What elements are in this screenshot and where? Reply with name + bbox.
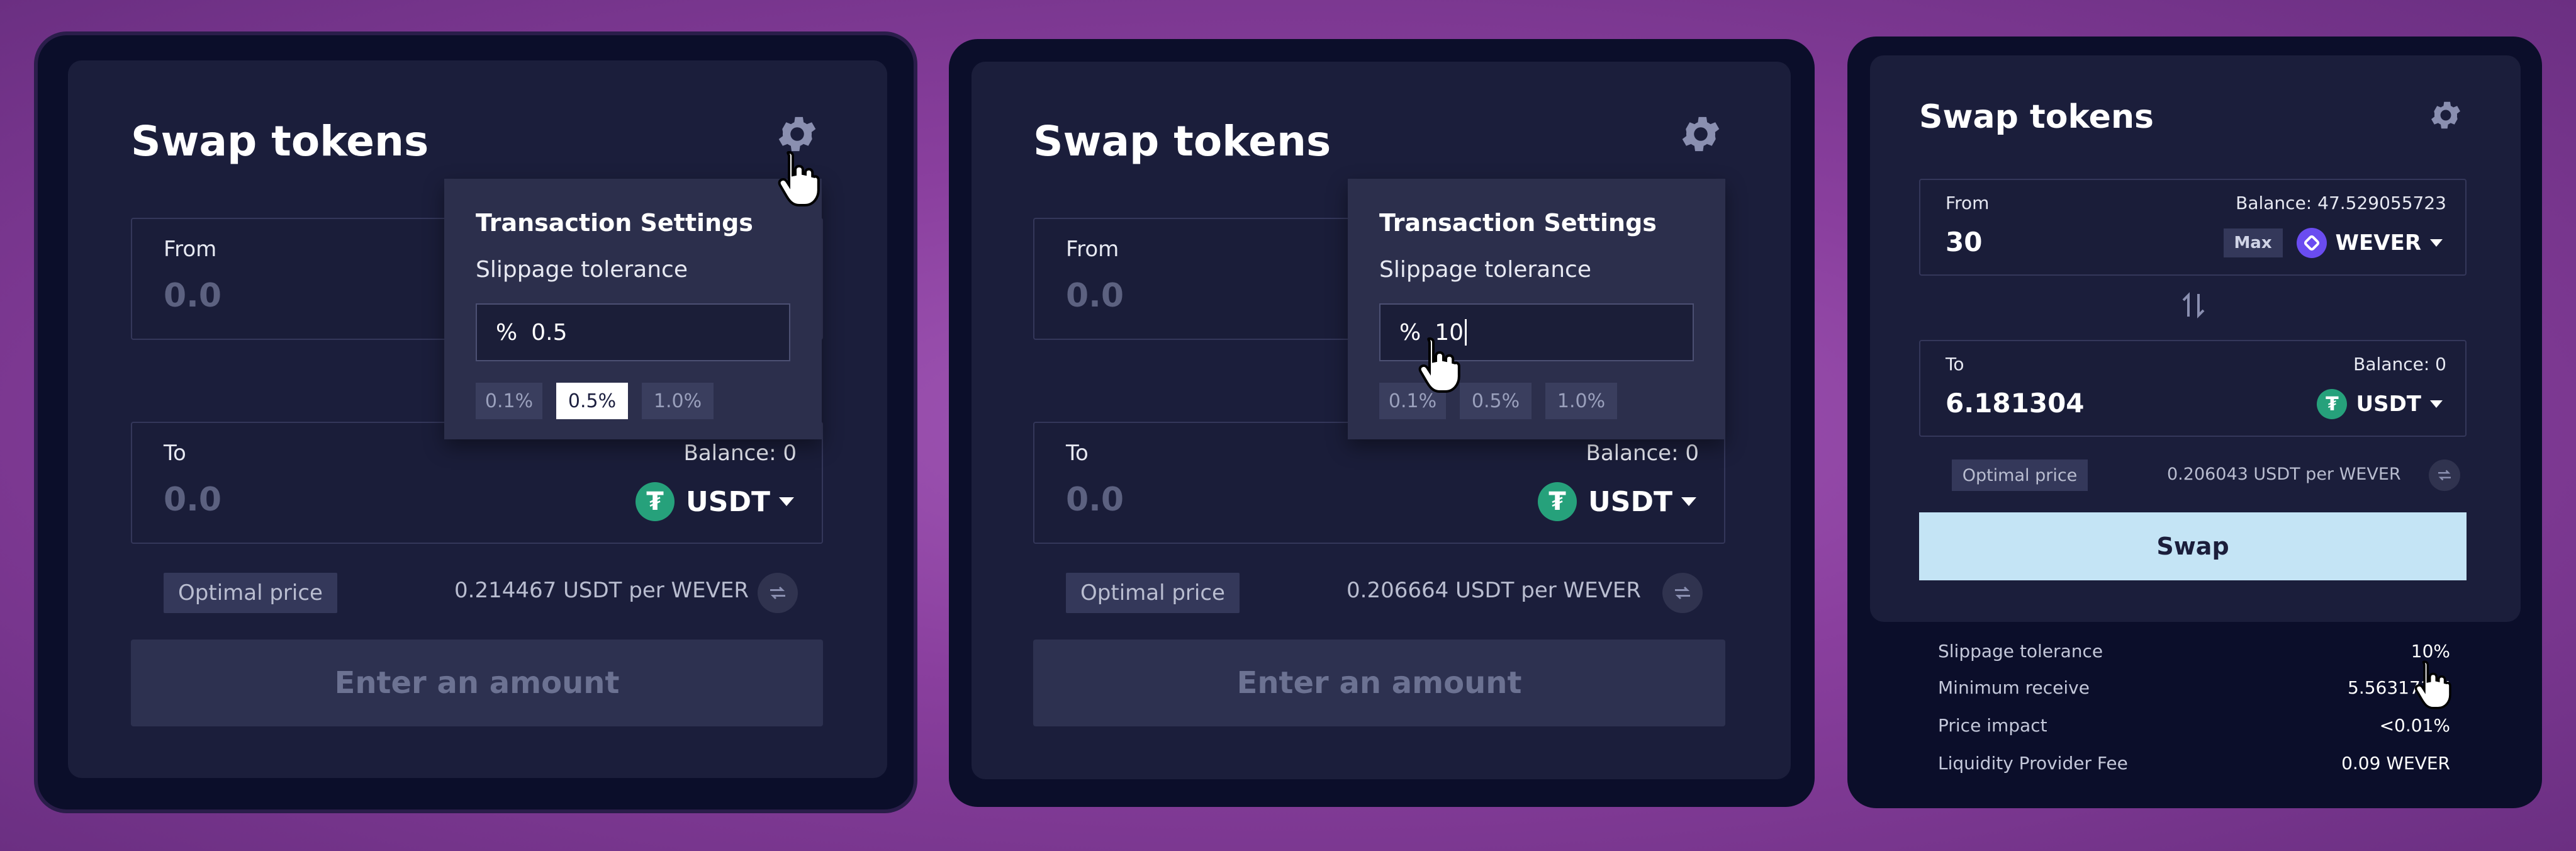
from-token-selector[interactable]: Max WEVER <box>2223 228 2443 258</box>
swap-card: Swap tokens From 0.0 To Balance: 0 0.0 ₮… <box>972 62 1791 779</box>
from-field[interactable]: From Balance: 47.529055723 30 Max WEVER <box>1919 179 2467 276</box>
gear-icon[interactable] <box>1677 111 1724 157</box>
to-token-symbol: USDT <box>2356 392 2421 417</box>
detail-label-minimum-receive: Minimum receive <box>1938 677 2090 698</box>
to-amount-input[interactable]: 0.0 <box>164 481 221 519</box>
swap-panel-3: Swap tokens From Balance: 47.529055723 3… <box>1847 37 2542 808</box>
wever-icon <box>2296 228 2327 258</box>
slippage-option-0-5[interactable]: 0.5% <box>1460 383 1532 419</box>
max-button[interactable]: Max <box>2223 228 2283 257</box>
swap-panel-2: Swap tokens From 0.0 To Balance: 0 0.0 ₮… <box>949 39 1815 807</box>
to-field[interactable]: To Balance: 0 0.0 ₮ USDT <box>1033 422 1725 544</box>
slippage-label: Slippage tolerance <box>476 257 688 283</box>
price-text: 0.214467 USDT per WEVER <box>454 578 749 603</box>
to-amount-input[interactable]: 6.181304 <box>1946 388 2085 419</box>
to-token-symbol: USDT <box>1588 485 1672 518</box>
page-title: Swap tokens <box>1033 117 1331 166</box>
to-field[interactable]: To Balance: 0 6.181304 ₮ USDT <box>1919 340 2467 437</box>
to-token-symbol: USDT <box>686 485 770 518</box>
slippage-label: Slippage tolerance <box>1379 257 1591 283</box>
hand-cursor-icon <box>2414 660 2451 709</box>
swap-card: Swap tokens From 0.0 To Balance: 0 0.0 ₮… <box>68 60 887 778</box>
swap-panel-1: Swap tokens From 0.0 To Balance: 0 0.0 ₮… <box>38 35 914 809</box>
slippage-option-0-5[interactable]: 0.5% <box>556 383 628 419</box>
slippage-option-1-0[interactable]: 1.0% <box>1545 383 1617 419</box>
to-label: To <box>1066 441 1089 466</box>
transaction-settings-popover: Transaction Settings Slippage tolerance … <box>444 179 822 439</box>
chevron-down-icon <box>2430 400 2443 408</box>
optimal-price-badge: Optimal price <box>164 573 337 613</box>
from-label: From <box>1066 237 1119 262</box>
settings-title: Transaction Settings <box>476 209 753 237</box>
price-text: 0.206043 USDT per WEVER <box>2167 465 2401 484</box>
detail-label-price-impact: Price impact <box>1938 715 2047 736</box>
refresh-icon[interactable] <box>1662 573 1703 613</box>
optimal-price-badge: Optimal price <box>1952 459 2088 491</box>
slippage-option-0-1[interactable]: 0.1% <box>476 383 542 419</box>
page-title: Swap tokens <box>1919 98 2154 136</box>
from-balance: Balance: 47.529055723 <box>2236 193 2446 213</box>
text-caret <box>1465 319 1467 346</box>
to-field[interactable]: To Balance: 0 0.0 ₮ USDT <box>131 422 823 544</box>
enter-amount-button[interactable]: Enter an amount <box>1033 640 1725 726</box>
transaction-settings-popover: Transaction Settings Slippage tolerance … <box>1348 179 1725 439</box>
switch-direction-icon[interactable] <box>2178 288 2209 322</box>
slippage-value: 0.5 <box>531 319 568 346</box>
from-label: From <box>164 237 217 262</box>
usdt-icon: ₮ <box>636 482 675 521</box>
from-token-symbol: WEVER <box>2335 230 2421 256</box>
detail-label-slippage: Slippage tolerance <box>1938 641 2103 662</box>
chevron-down-icon <box>2430 239 2443 247</box>
to-token-selector[interactable]: ₮ USDT <box>2317 389 2443 419</box>
slippage-input[interactable]: % 0.5 <box>476 303 790 361</box>
to-label: To <box>1946 354 1964 375</box>
hand-cursor-icon <box>1418 337 1460 393</box>
to-amount-input[interactable]: 0.0 <box>1066 481 1124 519</box>
refresh-icon[interactable] <box>758 573 798 613</box>
page-title: Swap tokens <box>131 117 429 166</box>
to-balance: Balance: 0 <box>1586 441 1700 466</box>
settings-title: Transaction Settings <box>1379 209 1657 237</box>
percent-symbol: % <box>496 319 518 346</box>
detail-value-price-impact: <0.01% <box>2379 715 2450 736</box>
enter-amount-button[interactable]: Enter an amount <box>131 640 823 726</box>
optimal-price-badge: Optimal price <box>1066 573 1240 613</box>
detail-value-liquidity-fee: 0.09 WEVER <box>2341 753 2450 774</box>
swap-card: Swap tokens From Balance: 47.529055723 3… <box>1870 55 2521 622</box>
usdt-icon: ₮ <box>1538 482 1577 521</box>
to-balance: Balance: 0 <box>2353 354 2446 375</box>
gear-icon[interactable] <box>2428 97 2464 133</box>
from-amount-input[interactable]: 0.0 <box>164 277 221 315</box>
price-text: 0.206664 USDT per WEVER <box>1347 578 1642 603</box>
to-token-selector[interactable]: ₮ USDT <box>636 482 794 521</box>
chevron-down-icon <box>1681 497 1696 506</box>
from-amount-input[interactable]: 0.0 <box>1066 277 1124 315</box>
refresh-icon[interactable] <box>2429 459 2460 491</box>
to-token-selector[interactable]: ₮ USDT <box>1538 482 1696 521</box>
from-label: From <box>1946 193 1990 213</box>
from-amount-input[interactable]: 30 <box>1946 227 1982 257</box>
usdt-icon: ₮ <box>2317 389 2348 419</box>
to-label: To <box>164 441 186 466</box>
to-balance: Balance: 0 <box>683 441 797 466</box>
slippage-option-1-0[interactable]: 1.0% <box>642 383 714 419</box>
hand-cursor-icon <box>778 150 820 206</box>
chevron-down-icon <box>779 497 794 506</box>
detail-label-liquidity-fee: Liquidity Provider Fee <box>1938 753 2128 774</box>
swap-button[interactable]: Swap <box>1919 512 2467 580</box>
